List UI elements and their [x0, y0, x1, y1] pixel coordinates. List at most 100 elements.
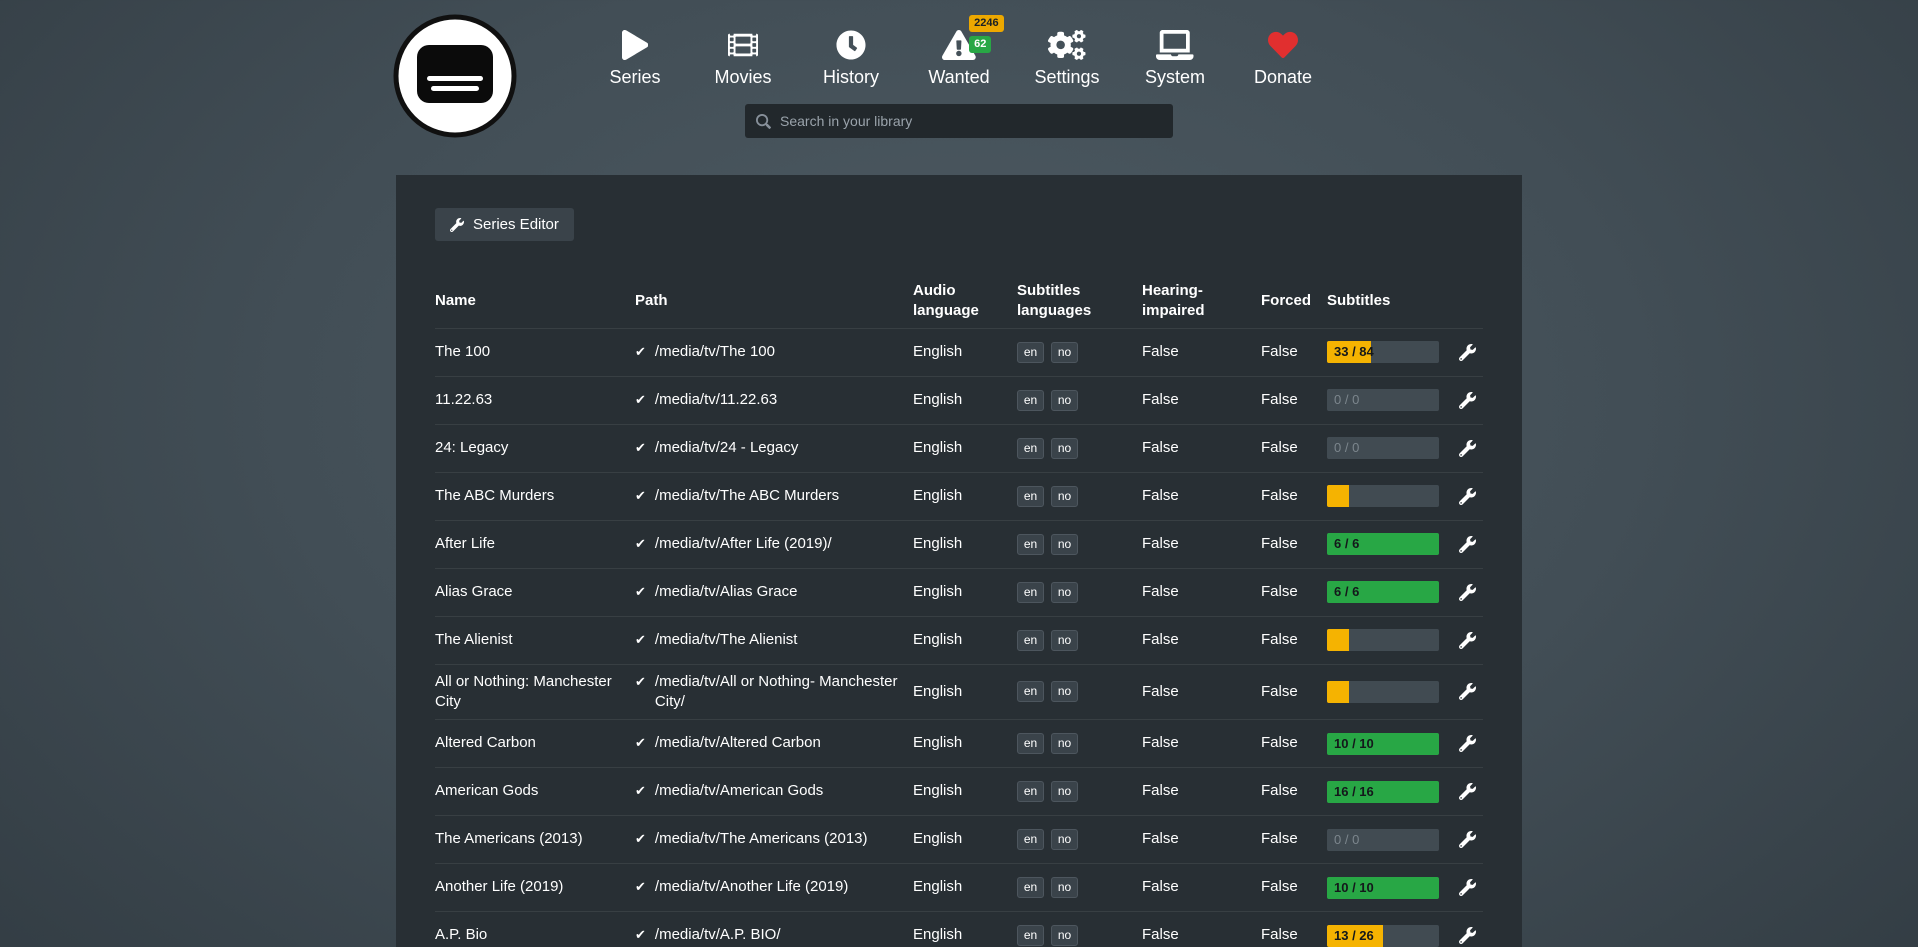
- subtitles-progress-bar: 0 / 0: [1327, 437, 1439, 459]
- subtitle-language-badge: no: [1051, 925, 1078, 946]
- edit-series-wrench-icon[interactable]: [1459, 783, 1476, 800]
- subtitles-progress-cell: 10 / 10: [1327, 733, 1459, 755]
- subtitle-language-badge: no: [1051, 438, 1078, 459]
- search-box: [745, 104, 1173, 138]
- series-name-link[interactable]: A.P. Bio: [435, 925, 635, 945]
- row-actions: [1459, 831, 1484, 848]
- audio-language-value: English: [913, 438, 1017, 458]
- subtitle-language-badge: no: [1051, 342, 1078, 363]
- edit-series-wrench-icon[interactable]: [1459, 392, 1476, 409]
- series-name-link[interactable]: 24: Legacy: [435, 438, 635, 458]
- check-icon: ✔: [635, 486, 646, 506]
- subtitles-progress-bar: [1327, 485, 1439, 507]
- series-path-cell: ✔ /media/tv/24 - Legacy: [635, 438, 913, 458]
- wanted-series-count-badge: 2246: [969, 15, 1003, 32]
- subtitle-language-badge: en: [1017, 829, 1044, 850]
- subtitle-language-badge: en: [1017, 534, 1044, 555]
- series-path-cell: ✔ /media/tv/The ABC Murders: [635, 486, 913, 506]
- nav-item-settings[interactable]: Settings: [1013, 28, 1121, 88]
- series-name-link[interactable]: After Life: [435, 534, 635, 554]
- edit-series-wrench-icon[interactable]: [1459, 632, 1476, 649]
- edit-series-wrench-icon[interactable]: [1459, 488, 1476, 505]
- edit-series-wrench-icon[interactable]: [1459, 584, 1476, 601]
- subtitle-language-badge: en: [1017, 630, 1044, 651]
- column-header-hearing-impaired: Hearing-impaired: [1142, 281, 1261, 322]
- search-input[interactable]: [780, 113, 1162, 129]
- series-name-link[interactable]: American Gods: [435, 781, 635, 801]
- nav-label-donate: Donate: [1254, 67, 1312, 88]
- table-row: A.P. Bio ✔ /media/tv/A.P. BIO/ English e…: [435, 911, 1483, 947]
- series-name-link[interactable]: Another Life (2019): [435, 877, 635, 897]
- edit-series-wrench-icon[interactable]: [1459, 440, 1476, 457]
- row-actions: [1459, 632, 1484, 649]
- row-actions: [1459, 488, 1484, 505]
- nav-item-history[interactable]: History: [797, 28, 905, 88]
- hearing-impaired-value: False: [1142, 534, 1261, 554]
- wanted-movies-count-badge: 62: [969, 36, 991, 53]
- series-path: /media/tv/Altered Carbon: [655, 733, 821, 753]
- edit-series-wrench-icon[interactable]: [1459, 536, 1476, 553]
- series-path: /media/tv/All or Nothing- Manchester Cit…: [655, 672, 899, 713]
- nav-item-movies[interactable]: Movies: [689, 28, 797, 88]
- check-icon: ✔: [635, 925, 646, 945]
- nav-item-donate[interactable]: Donate: [1229, 28, 1337, 88]
- subtitles-progress-cell: 6 / 6: [1327, 581, 1459, 603]
- table-row: 11.22.63 ✔ /media/tv/11.22.63 English en…: [435, 376, 1483, 424]
- forced-value: False: [1261, 733, 1327, 753]
- column-header-name: Name: [435, 291, 635, 311]
- cogs-icon: [1048, 30, 1086, 60]
- series-name-link[interactable]: The Alienist: [435, 630, 635, 650]
- series-editor-button[interactable]: Series Editor: [435, 208, 574, 241]
- nav-item-system[interactable]: System: [1121, 28, 1229, 88]
- edit-series-wrench-icon[interactable]: [1459, 879, 1476, 896]
- subtitle-language-badge: no: [1051, 390, 1078, 411]
- subtitles-progress-cell: 13 / 26: [1327, 925, 1459, 947]
- subtitles-progress-bar: 16 / 16: [1327, 781, 1439, 803]
- app-logo[interactable]: [391, 12, 519, 140]
- series-name-link[interactable]: 11.22.63: [435, 390, 635, 410]
- subtitle-languages: enno: [1017, 582, 1142, 603]
- check-icon: ✔: [635, 390, 646, 410]
- app-header: Series Movies History: [0, 0, 1918, 175]
- series-table: Name Path Audio language Subtitles langu…: [435, 275, 1483, 947]
- check-icon: ✔: [635, 877, 646, 897]
- edit-series-wrench-icon[interactable]: [1459, 927, 1476, 944]
- nav-label-settings: Settings: [1034, 67, 1099, 88]
- hearing-impaired-value: False: [1142, 342, 1261, 362]
- subtitle-language-badge: en: [1017, 486, 1044, 507]
- series-name-link[interactable]: Alias Grace: [435, 582, 635, 602]
- subtitle-language-badge: en: [1017, 781, 1044, 802]
- series-name-link[interactable]: All or Nothing: Manchester City: [435, 672, 635, 713]
- check-icon: ✔: [635, 733, 646, 753]
- edit-series-wrench-icon[interactable]: [1459, 344, 1476, 361]
- forced-value: False: [1261, 682, 1327, 702]
- audio-language-value: English: [913, 486, 1017, 506]
- subtitles-progress-cell: [1327, 629, 1459, 651]
- subtitle-languages: enno: [1017, 829, 1142, 850]
- edit-series-wrench-icon[interactable]: [1459, 831, 1476, 848]
- forced-value: False: [1261, 534, 1327, 554]
- edit-series-wrench-icon[interactable]: [1459, 683, 1476, 700]
- check-icon: ✔: [635, 438, 646, 458]
- series-name-link[interactable]: Altered Carbon: [435, 733, 635, 753]
- subtitles-progress-label: 16 / 16: [1334, 783, 1374, 801]
- subtitles-progress-bar: 33 / 84: [1327, 341, 1439, 363]
- series-name-link[interactable]: The ABC Murders: [435, 486, 635, 506]
- subtitle-languages: enno: [1017, 438, 1142, 459]
- edit-series-wrench-icon[interactable]: [1459, 735, 1476, 752]
- nav-item-series[interactable]: Series: [581, 28, 689, 88]
- audio-language-value: English: [913, 342, 1017, 362]
- subtitles-progress-cell: 0 / 0: [1327, 829, 1459, 851]
- subtitles-progress-cell: 16 / 16: [1327, 781, 1459, 803]
- series-name-link[interactable]: The Americans (2013): [435, 829, 635, 849]
- table-row: All or Nothing: Manchester City ✔ /media…: [435, 664, 1483, 720]
- series-path-cell: ✔ /media/tv/American Gods: [635, 781, 913, 801]
- series-name-link[interactable]: The 100: [435, 342, 635, 362]
- subtitles-progress-cell: [1327, 485, 1459, 507]
- audio-language-value: English: [913, 925, 1017, 945]
- nav-item-wanted[interactable]: 2246 62 Wanted: [905, 28, 1013, 88]
- check-icon: ✔: [635, 630, 646, 650]
- series-path: /media/tv/Another Life (2019): [655, 877, 848, 897]
- column-header-audio-language: Audio language: [913, 281, 1017, 322]
- table-row: Altered Carbon ✔ /media/tv/Altered Carbo…: [435, 719, 1483, 767]
